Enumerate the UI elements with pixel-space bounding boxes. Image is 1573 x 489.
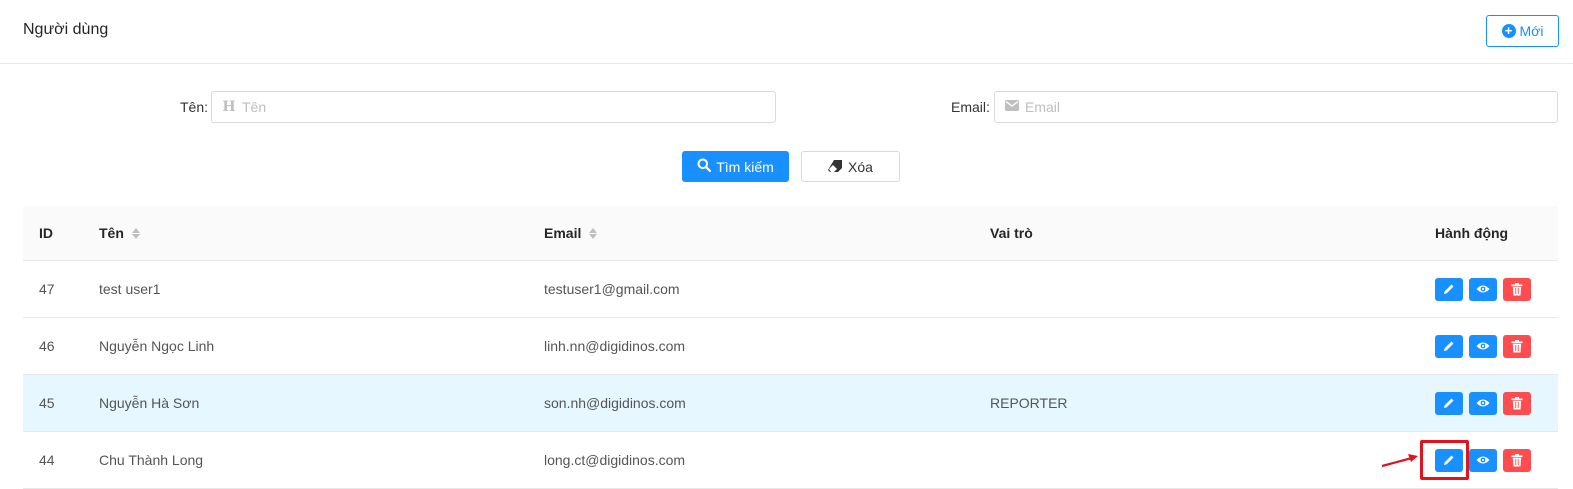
row-actions [1435,318,1537,374]
trash-icon [1511,282,1523,295]
pencil-icon [1444,341,1454,351]
cell-email: long.ct@digidinos.com [544,452,686,468]
trash-icon [1511,339,1523,352]
row-actions [1435,375,1537,431]
delete-button[interactable] [1503,391,1531,415]
edit-button[interactable] [1435,391,1463,415]
column-header-id: ID [39,225,53,241]
view-button[interactable] [1469,334,1497,358]
page-header: Người dùng + Mới [0,0,1573,64]
table-row: 45 Nguyễn Hà Sơn son.nh@digidinos.com RE… [23,375,1558,432]
search-icon [697,158,712,175]
email-search-input[interactable] [1025,99,1557,115]
delete-button[interactable] [1503,277,1531,301]
table-row: 44 Chu Thành Long long.ct@digidinos.com [23,432,1558,489]
sort-icon[interactable] [131,227,140,239]
cell-id: 45 [39,395,55,411]
annotation-highlight-box [1420,440,1469,480]
eye-icon [1476,399,1490,407]
cell-email: son.nh@digidinos.com [544,395,686,411]
view-button[interactable] [1469,277,1497,301]
cell-name: Nguyễn Ngọc Linh [99,338,215,354]
cell-name: Nguyễn Hà Sơn [99,395,200,411]
eye-icon [1476,456,1490,464]
new-button-label: Mới [1519,23,1544,39]
eye-icon [1476,285,1490,293]
sort-icon[interactable] [589,227,598,239]
clear-button[interactable]: Xóa [801,151,900,182]
pencil-icon [1444,398,1454,408]
table-row: 46 Nguyễn Ngọc Linh linh.nn@digidinos.co… [23,318,1558,375]
clear-button-label: Xóa [848,158,873,175]
cell-id: 47 [39,281,55,297]
edit-button[interactable] [1435,334,1463,358]
column-header-email[interactable]: Email [544,206,598,260]
name-search-input[interactable] [242,99,775,115]
column-header-actions: Hành động [1435,225,1509,241]
cell-name: test user1 [99,281,161,297]
email-filter-label: Email: [951,99,990,115]
eye-icon [1476,342,1490,350]
name-filter-field[interactable]: H [211,91,776,123]
edit-button[interactable] [1435,277,1463,301]
delete-button[interactable] [1503,334,1531,358]
trash-icon [1511,453,1523,466]
column-header-role: Vai trò [990,225,1033,241]
row-actions [1435,261,1537,317]
trash-icon [1511,396,1523,409]
new-user-button[interactable]: + Mới [1486,15,1559,47]
delete-button[interactable] [1503,448,1531,472]
eraser-icon [828,159,843,175]
pencil-icon [1444,284,1454,294]
annotation-arrow-icon [1381,454,1418,468]
cell-id: 46 [39,338,55,354]
page-title: Người dùng [23,21,109,38]
cell-id: 44 [39,452,55,468]
search-button-label: Tìm kiếm [716,158,774,175]
email-filter-field[interactable] [994,91,1558,123]
view-button[interactable] [1469,448,1497,472]
heading-icon: H [222,99,236,115]
envelope-icon [1005,99,1019,115]
cell-email: linh.nn@digidinos.com [544,338,686,354]
view-button[interactable] [1469,391,1497,415]
plus-circle-icon: + [1501,24,1516,38]
users-table: ID Tên Email Vai trò Hành động 47 test u… [23,206,1558,489]
cell-name: Chu Thành Long [99,452,204,468]
cell-role: REPORTER [990,395,1068,411]
cell-email: testuser1@gmail.com [544,281,680,297]
name-filter-label: Tên: [180,99,209,115]
table-header: ID Tên Email Vai trò Hành động [23,206,1558,261]
table-row: 47 test user1 testuser1@gmail.com [23,261,1558,318]
search-button[interactable]: Tìm kiếm [682,151,789,182]
column-header-name[interactable]: Tên [99,206,140,260]
